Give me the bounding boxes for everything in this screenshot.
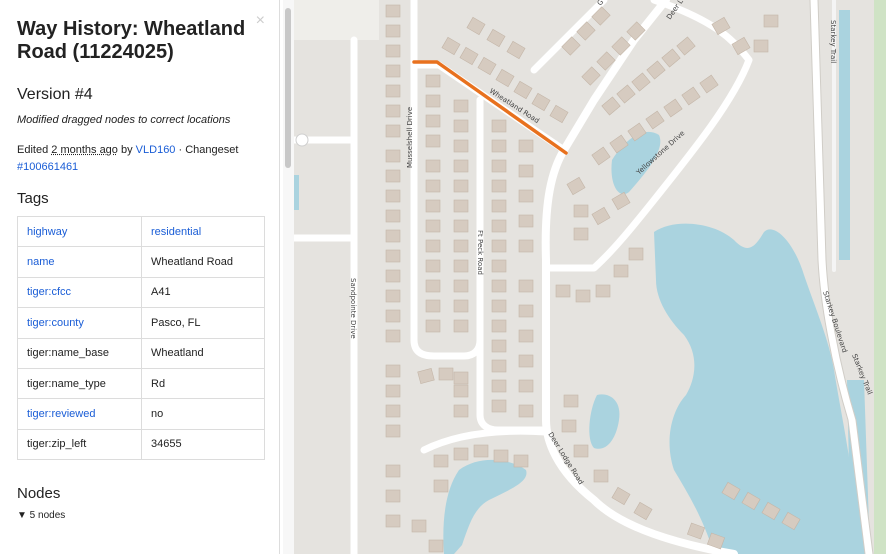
tags-heading: Tags (17, 190, 49, 207)
sidebar: × Way History: Wheatland Road (11224025)… (0, 0, 280, 554)
label-ft-peck-road: Ft Peck Road (476, 230, 484, 275)
table-row: tiger:county Pasco, FL (17, 307, 265, 339)
tag-value: Rd (141, 367, 265, 400)
lot-area (294, 0, 379, 40)
tag-key[interactable]: tiger:cfcc (17, 276, 142, 309)
changeset-link[interactable]: #100661461 (17, 161, 78, 173)
park-strip (874, 0, 886, 554)
way-history-app: × Way History: Wheatland Road (11224025)… (0, 0, 886, 554)
map-view[interactable]: Wheatland Road Musselshell Drive Ft Peck… (294, 0, 886, 554)
table-row: highway residential (17, 215, 265, 248)
water-canal-top (839, 10, 850, 260)
table-row: tiger:zip_left 34655 (17, 428, 265, 461)
edited-time: 2 months ago (51, 144, 118, 156)
user-link[interactable]: VLD160 (136, 144, 176, 156)
table-row: tiger:reviewed no (17, 398, 265, 430)
tag-value: Wheatland Road (141, 246, 265, 278)
changeset-label: · Changeset (178, 144, 239, 156)
edited-prefix: Edited (17, 144, 49, 156)
version-heading: Version #4 (17, 86, 93, 103)
scrollbar-thumb[interactable] (285, 8, 291, 168)
table-row: tiger:name_type Rd (17, 367, 265, 400)
label-musselshell-drive: Musselshell Drive (406, 107, 414, 168)
tag-key[interactable]: name (17, 246, 142, 278)
map-node-handle[interactable] (295, 133, 309, 147)
tag-key[interactable]: tiger:county (17, 307, 142, 339)
tag-value: Wheatland (141, 337, 265, 369)
table-row: tiger:cfcc A41 (17, 276, 265, 309)
table-row: tiger:name_base Wheatland (17, 337, 265, 369)
edit-info: Edited 2 months ago by VLD160 · Changese… (17, 142, 263, 176)
page-title: Way History: Wheatland Road (11224025) (17, 18, 246, 63)
tag-key[interactable]: highway (17, 215, 142, 248)
tags-table: highway residential name Wheatland Road … (17, 215, 265, 461)
edited-by-label: by (120, 144, 133, 156)
label-sandpointe-drive: Sandpointe Drive (349, 278, 357, 339)
tag-value: no (141, 398, 265, 430)
tag-value: A41 (141, 276, 265, 309)
changeset-comment: Modified dragged nodes to correct locati… (17, 114, 231, 126)
label-starkey-trail-top: Starkey Trail (829, 20, 837, 63)
tag-key[interactable]: tiger:reviewed (17, 398, 142, 430)
water-left (294, 175, 299, 210)
close-icon[interactable]: × (256, 12, 265, 30)
map-node-dot (349, 235, 355, 241)
nodes-toggle[interactable]: ▼ 5 nodes (17, 510, 263, 521)
tag-key: tiger:zip_left (17, 428, 142, 461)
nodes-heading: Nodes (17, 485, 61, 503)
tag-key: tiger:name_base (17, 337, 142, 369)
tag-value: Pasco, FL (141, 307, 265, 339)
table-row: name Wheatland Road (17, 246, 265, 278)
sidebar-scrollbar[interactable] (283, 0, 294, 554)
map-canvas[interactable]: Wheatland Road Musselshell Drive Ft Peck… (294, 0, 886, 554)
tag-key: tiger:name_type (17, 367, 142, 400)
tag-value[interactable]: residential (141, 215, 265, 248)
tag-value: 34655 (141, 428, 265, 461)
